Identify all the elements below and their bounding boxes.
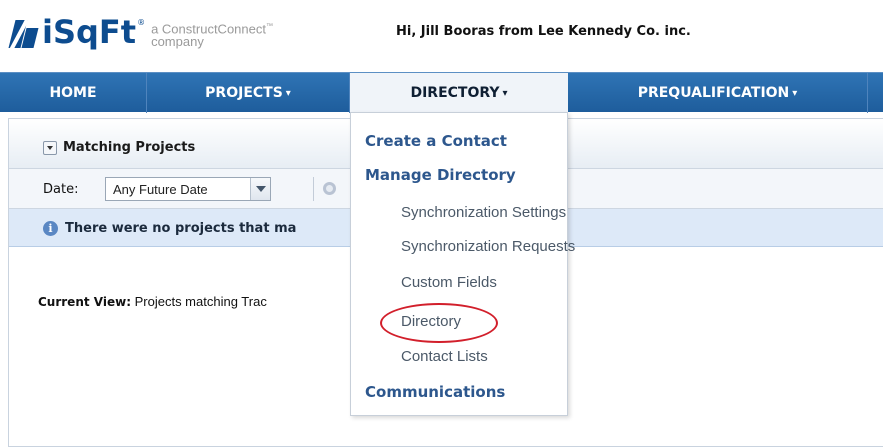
menu-communications[interactable]: Communications — [365, 383, 505, 401]
menu-manage-directory[interactable]: Manage Directory — [365, 166, 516, 184]
isqft-logo[interactable]: iSqFt ® a ConstructConnect™ company — [8, 13, 273, 54]
logo-mark-icon — [8, 14, 40, 52]
directory-dropdown-menu: Create a Contact Manage Directory Synchr… — [350, 112, 575, 416]
logo-tagline: a ConstructConnect™ company — [151, 20, 273, 48]
panel-title: Matching Projects — [63, 140, 196, 155]
menu-custom-fields[interactable]: Custom Fields — [401, 274, 497, 291]
chevron-down-icon[interactable] — [250, 178, 270, 200]
date-label: Date: — [43, 182, 79, 197]
chevron-down-icon: ▾ — [502, 87, 508, 99]
chevron-down-icon: ▾ — [285, 87, 291, 99]
menu-sync-requests[interactable]: Synchronization Requests — [401, 238, 575, 255]
current-view-label: Current View: — [38, 295, 131, 309]
info-icon: i — [43, 221, 58, 236]
date-select[interactable]: Any Future Date — [105, 177, 271, 201]
main-nav: HOME PROJECTS ▾ DIRECTORY ▾ PREQUALIFICA… — [0, 72, 883, 113]
menu-directory[interactable]: Directory — [401, 313, 461, 330]
current-view-value: Projects matching Trac — [131, 294, 267, 309]
tagline-line2: company — [151, 34, 204, 50]
date-select-value: Any Future Date — [113, 182, 208, 197]
nav-home[interactable]: HOME — [0, 73, 147, 113]
info-message: There were no projects that ma — [65, 221, 297, 236]
logo-text: iSqFt — [42, 13, 137, 51]
menu-contact-lists[interactable]: Contact Lists — [401, 348, 488, 365]
nav-projects-label: PROJECTS — [205, 85, 283, 101]
nav-prequalification-label: PREQUALIFICATION — [637, 85, 790, 101]
collapse-toggle-icon[interactable] — [43, 141, 57, 155]
gear-icon[interactable] — [323, 182, 336, 195]
toolbar-divider — [313, 177, 314, 201]
current-view: Current View: Projects matching Trac — [38, 294, 267, 309]
tagline-tm: ™ — [265, 23, 273, 30]
nav-projects[interactable]: PROJECTS ▾ — [147, 73, 350, 113]
menu-sync-settings[interactable]: Synchronization Settings — [401, 204, 566, 221]
nav-home-label: HOME — [49, 85, 97, 101]
chevron-down-icon: ▾ — [792, 87, 798, 99]
menu-create-contact[interactable]: Create a Contact — [365, 132, 507, 150]
app-header: iSqFt ® a ConstructConnect™ company Hi, … — [0, 0, 883, 64]
nav-prequalification[interactable]: PREQUALIFICATION ▾ — [568, 73, 868, 113]
logo-trademark: ® — [137, 18, 146, 27]
user-greeting: Hi, Jill Booras from Lee Kennedy Co. inc… — [396, 24, 691, 39]
nav-directory-label: DIRECTORY — [410, 85, 500, 101]
nav-directory[interactable]: DIRECTORY ▾ — [350, 73, 568, 113]
